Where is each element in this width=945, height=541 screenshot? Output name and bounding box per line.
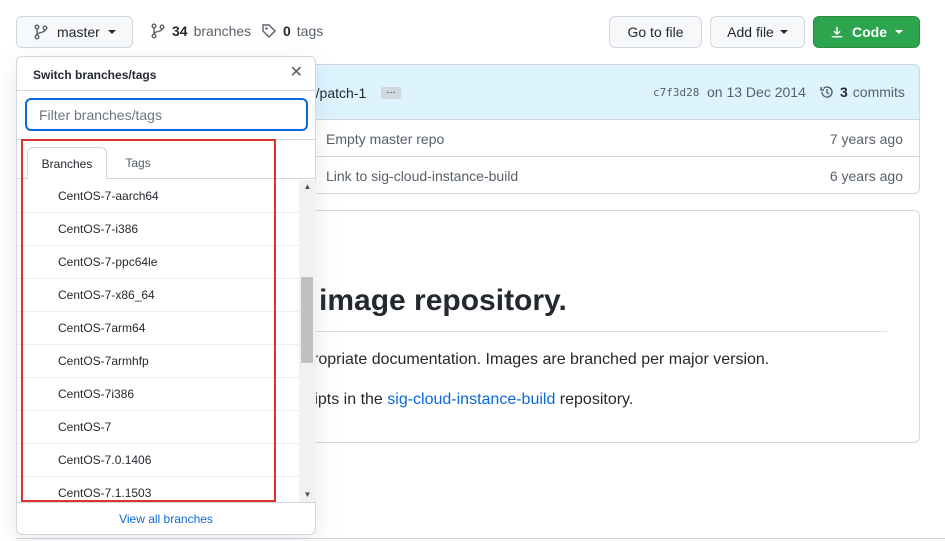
- branch-item[interactable]: CentOS-7i386: [17, 378, 299, 411]
- commits-link[interactable]: 3 commits: [819, 84, 905, 100]
- branch-item[interactable]: CentOS-7-aarch64: [17, 180, 299, 213]
- readme-paragraph: cripts in the sig-cloud-instance-build r…: [301, 391, 633, 409]
- tags-count: 0: [283, 23, 291, 39]
- git-branch-icon: [151, 23, 165, 39]
- heading-divider: [311, 331, 887, 332]
- code-button[interactable]: Code: [813, 16, 920, 48]
- branch-select-button[interactable]: master: [16, 16, 133, 48]
- commits-label: commits: [852, 84, 905, 100]
- tab-branches[interactable]: Branches: [27, 147, 107, 180]
- commit-age: 7 years ago: [829, 131, 903, 147]
- branch-name: master: [57, 24, 100, 40]
- branch-item[interactable]: CentOS-7-i386: [17, 213, 299, 246]
- scroll-up-icon[interactable]: ▲: [299, 180, 316, 194]
- branch-item[interactable]: CentOS-7: [17, 411, 299, 444]
- branch-item[interactable]: CentOS-7armhfp: [17, 345, 299, 378]
- branch-switcher-dropdown: Switch branches/tags ✕ Branches Tags Cen…: [16, 56, 316, 535]
- go-to-file-button[interactable]: Go to file: [609, 16, 702, 48]
- tabs: Branches Tags: [17, 147, 315, 180]
- tab-tags[interactable]: Tags: [115, 147, 161, 179]
- branches-count: 34: [172, 23, 188, 39]
- divider: [17, 90, 315, 91]
- commit-message[interactable]: Empty master repo: [326, 131, 444, 147]
- filter-branches-input[interactable]: [25, 98, 308, 131]
- caret-down-icon: [779, 30, 788, 34]
- caret-down-icon: [107, 30, 116, 34]
- add-file-button[interactable]: Add file: [710, 16, 805, 48]
- code-label: Code: [852, 24, 887, 40]
- branches-link[interactable]: 34 branches: [150, 23, 251, 39]
- readme-heading: image repository.: [319, 284, 567, 317]
- sig-cloud-link[interactable]: sig-cloud-instance-build: [387, 391, 555, 408]
- branch-item[interactable]: CentOS-7-x86_64: [17, 279, 299, 312]
- branch-item[interactable]: CentOS-7-ppc64le: [17, 246, 299, 279]
- commit-age: 6 years ago: [829, 168, 903, 184]
- page-divider: [16, 538, 945, 539]
- commit-date: on 13 Dec 2014: [707, 84, 806, 100]
- caret-down-icon: [895, 30, 903, 34]
- readme-text: repository.: [555, 391, 634, 408]
- view-all-branches-link[interactable]: View all branches: [17, 502, 315, 535]
- commit-branch-ref[interactable]: r/patch-1: [311, 85, 366, 101]
- branches-label: branches: [193, 23, 252, 39]
- readme-paragraph: ropriate documentation. Images are branc…: [313, 351, 770, 368]
- add-file-label: Add file: [727, 24, 774, 40]
- branch-item[interactable]: CentOS-7.1.1503: [17, 477, 299, 502]
- commits-count: 3: [840, 84, 848, 100]
- branch-list-scrollbar[interactable]: ▲ ▼: [299, 180, 316, 502]
- scrollbar-thumb[interactable]: [301, 277, 313, 363]
- commit-sha[interactable]: c7f3d28: [653, 86, 699, 99]
- history-icon: [820, 86, 833, 98]
- download-icon: [831, 26, 843, 38]
- git-branch-icon: [34, 24, 48, 40]
- commit-message[interactable]: Link to sig-cloud-instance-build: [326, 168, 518, 184]
- tags-link[interactable]: 0 tags: [261, 23, 323, 39]
- branch-list: CentOS-7-aarch64 CentOS-7-i386 CentOS-7-…: [17, 180, 299, 502]
- tag-icon: [262, 24, 276, 38]
- commit-expand-button[interactable]: …: [381, 86, 401, 99]
- go-to-file-label: Go to file: [627, 24, 684, 40]
- scroll-down-icon[interactable]: ▼: [299, 488, 316, 502]
- branch-item[interactable]: CentOS-7.0.1406: [17, 444, 299, 477]
- dropdown-title: Switch branches/tags: [33, 68, 157, 82]
- tags-label: tags: [296, 23, 324, 39]
- divider: [17, 139, 315, 140]
- branch-item[interactable]: CentOS-7arm64: [17, 312, 299, 345]
- close-icon[interactable]: ✕: [290, 65, 303, 81]
